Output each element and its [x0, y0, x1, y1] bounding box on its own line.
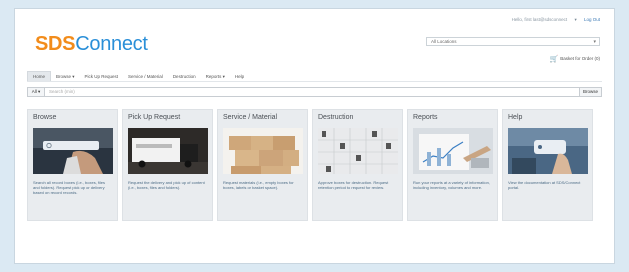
search-input[interactable]: Search (min): [45, 87, 580, 97]
tile-help[interactable]: Help View the documentation at SDS/Conne…: [502, 109, 593, 221]
tab-home[interactable]: Home: [27, 71, 52, 81]
truck-photo-image: [128, 128, 208, 174]
tile-description: Run your reports at a variety of informa…: [413, 180, 490, 190]
tile-description: Request the delivery and pick up of cont…: [128, 180, 205, 190]
tile-title: Help: [508, 114, 523, 121]
tile-title: Browse: [33, 114, 57, 121]
tile-description: Search all record boxes (i.e., boxes, fi…: [33, 180, 106, 195]
logout-link[interactable]: Log Out: [584, 17, 600, 22]
location-select-value: All Locations: [431, 39, 457, 44]
logo-sds-text: SDS: [35, 33, 76, 55]
tab-reports[interactable]: Reports ▾: [201, 72, 230, 81]
tile-description: Request materials (i.e., empty boxes for…: [223, 180, 294, 190]
location-select[interactable]: All Locations ▾: [426, 37, 600, 46]
logo-connect-text: Connect: [75, 33, 148, 55]
search-bar: All ▾ Search (min) Browse: [27, 87, 602, 97]
tab-pick-up-request[interactable]: Pick Up Request: [80, 72, 124, 81]
tab-help[interactable]: Help: [230, 72, 249, 81]
tile-destruction[interactable]: Destruction Approve boxes for destructio…: [312, 109, 403, 221]
chevron-down-icon: ▾: [593, 39, 596, 45]
logo[interactable]: SDSConnect: [35, 33, 148, 56]
tile-description: Approve boxes for destruction. Request r…: [318, 180, 389, 190]
tab-destruction[interactable]: Destruction: [168, 72, 201, 81]
tab-browse[interactable]: Browse ▾: [51, 72, 80, 81]
browse-button[interactable]: Browse: [580, 87, 602, 97]
tile-title: Destruction: [318, 114, 354, 121]
app-frame: SDSConnect Hello, first last@sdsconnect …: [14, 8, 615, 264]
help-photo-image: [508, 128, 588, 174]
tile-browse[interactable]: Browse Search all record boxes (i.e., bo…: [27, 109, 118, 221]
calendar-photo-image: [318, 128, 398, 174]
search-scope-select[interactable]: All ▾: [27, 87, 45, 97]
tile-title: Pick Up Request: [128, 114, 181, 121]
reports-photo-image: [413, 128, 493, 174]
basket-label: Basket for Order (0): [560, 56, 600, 61]
tab-service-material[interactable]: Service / Material: [123, 72, 168, 81]
tile-description: View the documentation at SDS/Connect po…: [508, 180, 581, 190]
cart-icon: 🛒: [549, 56, 559, 63]
user-menu-caret-icon[interactable]: ▾: [574, 17, 576, 22]
tile-service-material[interactable]: Service / Material Request materials (i.…: [217, 109, 308, 221]
boxes-photo-image: [223, 128, 303, 174]
tile-title: Service / Material: [223, 114, 278, 121]
user-menu[interactable]: Hello, first last@sdsconnect: [512, 17, 568, 22]
tile-pick-up-request[interactable]: Pick Up Request Request the delivery and…: [122, 109, 213, 221]
tile-title: Reports: [413, 114, 438, 121]
main-nav: Home Browse ▾ Pick Up Request Service / …: [27, 71, 602, 82]
tile-reports[interactable]: Reports Run your reports at a variety of…: [407, 109, 498, 221]
top-links: Hello, first last@sdsconnect ▾ Log Out: [506, 17, 600, 23]
basket-link[interactable]: 🛒 Basket for Order (0): [550, 55, 600, 63]
tile-grid: Browse Search all record boxes (i.e., bo…: [27, 109, 593, 221]
search-photo-image: [33, 128, 113, 174]
